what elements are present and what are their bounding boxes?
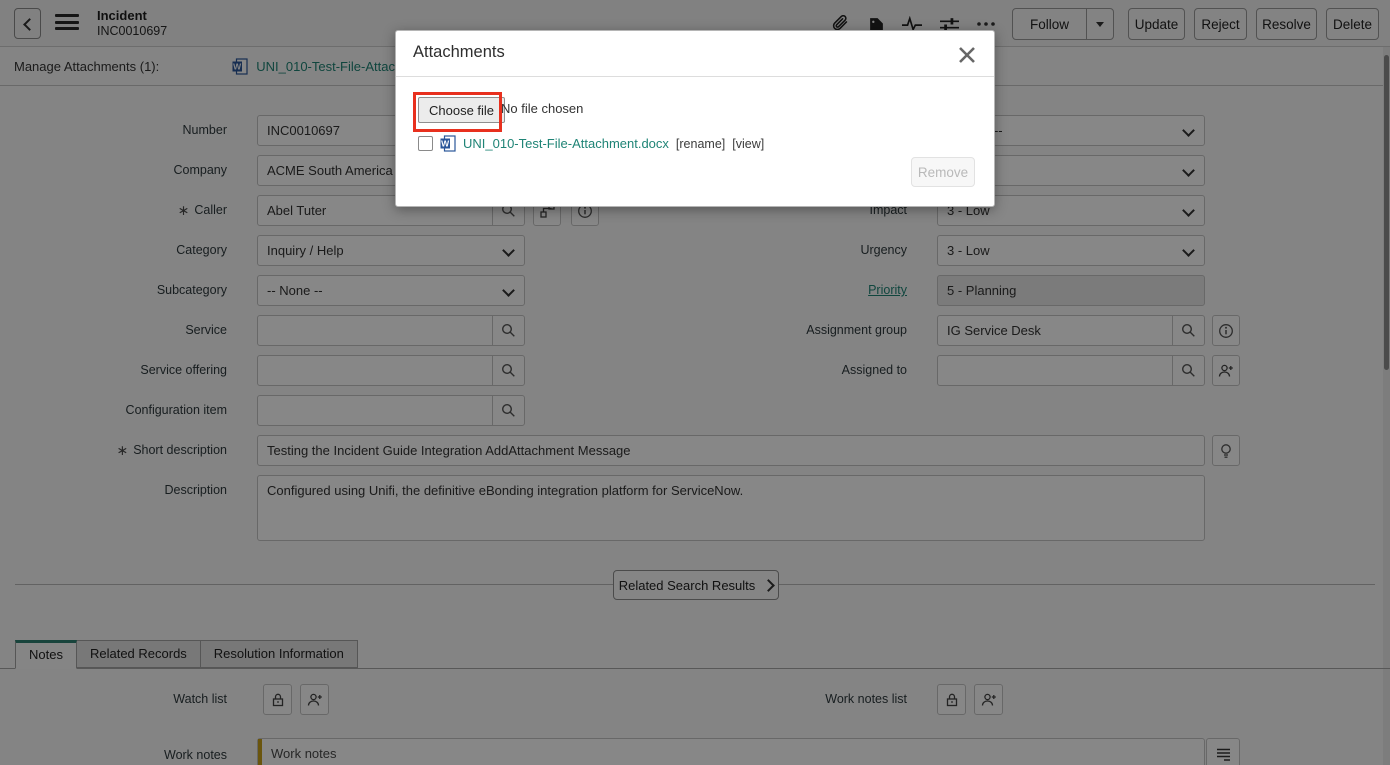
word-file-icon: W [440, 135, 456, 152]
attachment-checkbox[interactable] [418, 136, 433, 151]
attachment-row: W UNI_010-Test-File-Attachment.docx [ren… [418, 135, 764, 152]
svg-text:W: W [441, 139, 450, 149]
modal-title: Attachments [413, 43, 505, 62]
choose-file-button[interactable]: Choose file [418, 97, 505, 123]
incident-page: Incident INC0010697 Follow Update Reject… [0, 0, 1390, 765]
remove-button[interactable]: Remove [911, 157, 975, 187]
modal-header-divider [396, 76, 994, 77]
view-link[interactable]: [view] [732, 137, 764, 151]
no-file-chosen-text: No file chosen [501, 101, 583, 116]
modal-close-button[interactable] [954, 42, 980, 68]
attachment-file-link[interactable]: UNI_010-Test-File-Attachment.docx [463, 136, 669, 151]
close-icon [957, 45, 977, 65]
attachments-modal: Attachments Choose file No file chosen W… [395, 30, 995, 207]
rename-link[interactable]: [rename] [676, 137, 725, 151]
